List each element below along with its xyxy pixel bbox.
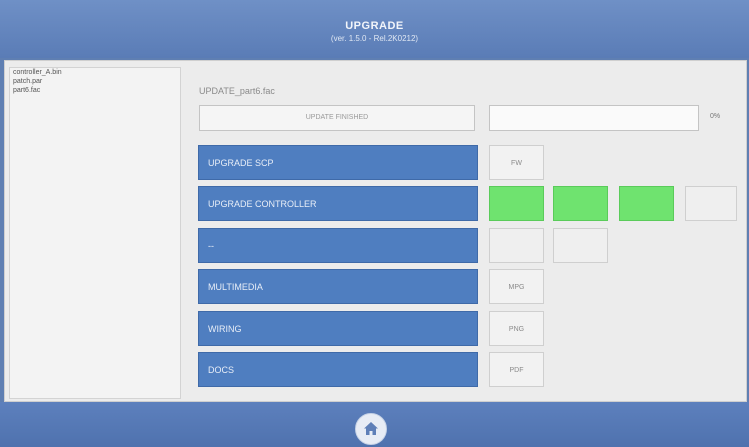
upgrade-scp-button[interactable]: UPGRADE SCP — [198, 145, 478, 180]
home-button[interactable] — [355, 413, 387, 445]
unnamed-row-button[interactable]: -- — [198, 228, 478, 263]
progress-bar — [489, 105, 699, 131]
unnamed-chip-2[interactable] — [553, 228, 608, 263]
home-icon — [364, 422, 378, 435]
file-item[interactable]: controller_A.bin — [10, 68, 180, 77]
page-title: UPGRADE — [345, 20, 404, 32]
wiring-button[interactable]: WIRING — [198, 311, 478, 346]
version-label: (ver. 1.5.0 - Rel.2K0212) — [330, 34, 419, 43]
update-file-label: UPDATE_part6.fac — [199, 86, 275, 96]
file-item[interactable]: patch.par — [10, 77, 180, 86]
mpg-chip[interactable]: MPG — [489, 269, 544, 304]
file-item[interactable]: part6.fac — [10, 86, 180, 95]
unnamed-chip-1[interactable] — [489, 228, 544, 263]
file-list[interactable]: controller_A.bin patch.par part6.fac — [9, 67, 181, 399]
controller-chip-4[interactable] — [685, 186, 737, 221]
png-chip[interactable]: PNG — [489, 311, 544, 346]
progress-percent: 0% — [710, 113, 721, 120]
controller-chip-1[interactable] — [489, 186, 544, 221]
controller-chip-2[interactable] — [553, 186, 608, 221]
multimedia-button[interactable]: MULTIMEDIA — [198, 269, 478, 304]
upgrade-controller-button[interactable]: UPGRADE CONTROLLER — [198, 186, 478, 221]
title-bar: UPGRADE (ver. 1.5.0 - Rel.2K0212) — [0, 0, 749, 58]
update-status: UPDATE FINISHED — [199, 105, 475, 131]
fw-chip[interactable]: FW — [489, 145, 544, 180]
docs-button[interactable]: DOCS — [198, 352, 478, 387]
main-panel: controller_A.bin patch.par part6.fac UPD… — [4, 60, 747, 402]
controller-chip-3[interactable] — [619, 186, 674, 221]
pdf-chip[interactable]: PDF — [489, 352, 544, 387]
